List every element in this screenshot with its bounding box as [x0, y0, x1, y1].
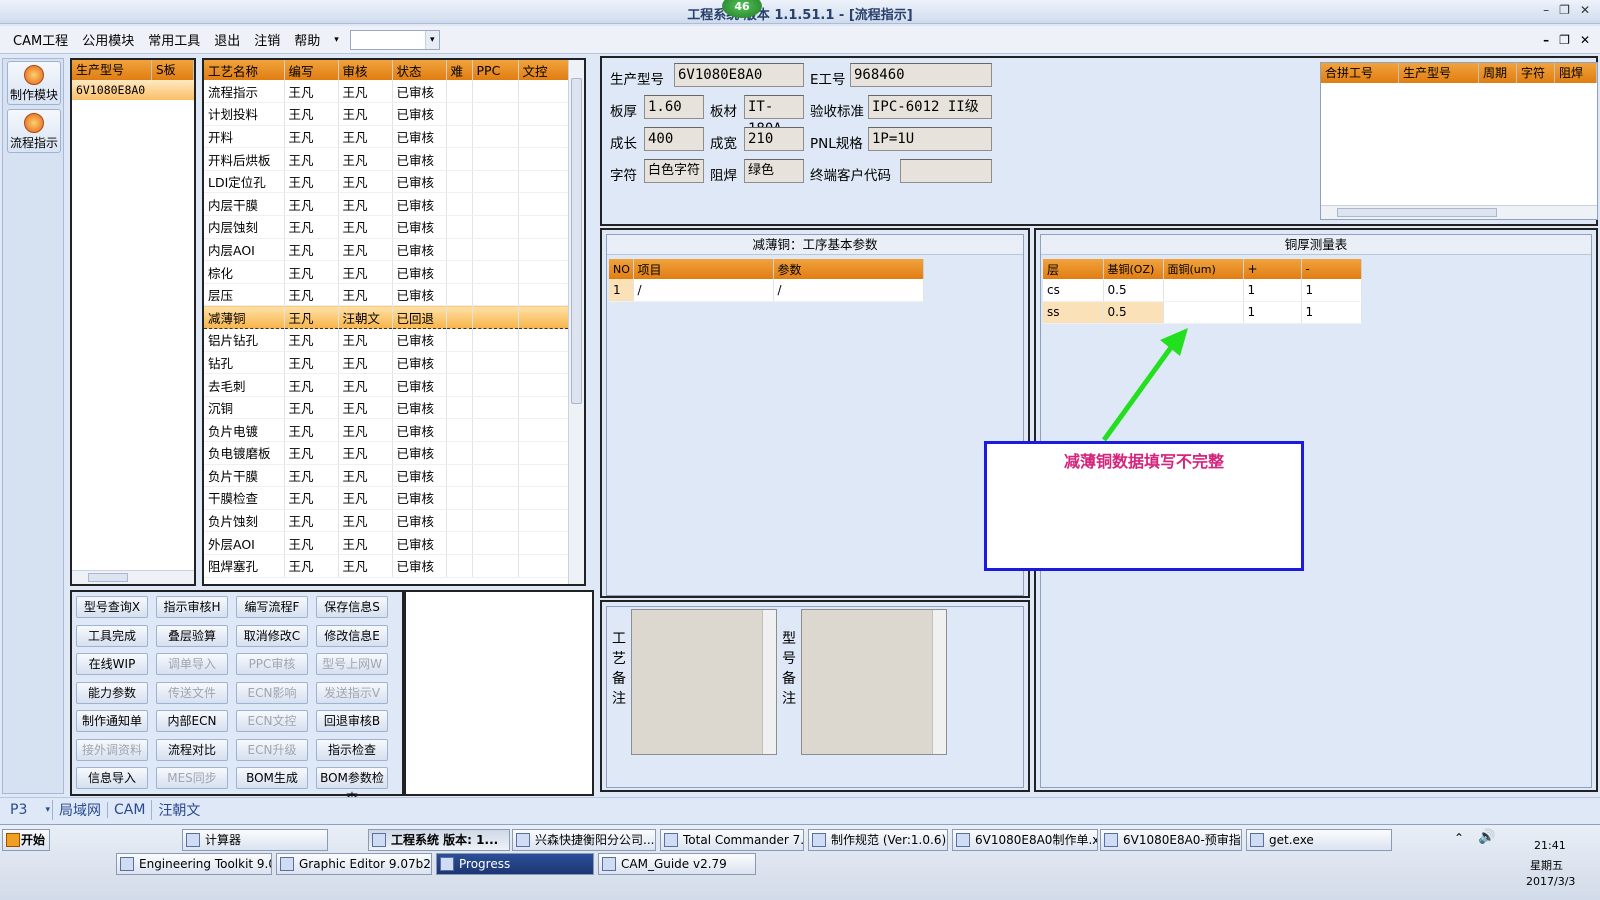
app-icon — [516, 833, 530, 847]
app-icon — [812, 833, 826, 847]
taskbar-button-label: CAM_Guide v2.79 — [621, 857, 727, 871]
taskbar-button-label: 计算器 — [205, 833, 242, 847]
taskbar-button[interactable]: CAM_Guide v2.79 — [598, 853, 756, 875]
annotation-box: 减薄铜数据填写不完整 — [984, 441, 1304, 571]
taskbar-button[interactable]: get.exe — [1246, 829, 1392, 851]
page-combo-value: P3 — [10, 801, 28, 818]
app-icon — [186, 833, 200, 847]
taskbar-button-label: 6V1080E8A0制作单.x... — [975, 833, 1098, 847]
start-label: 开始 — [21, 833, 46, 847]
taskbar-button[interactable]: Progress — [436, 853, 594, 875]
tab-cam[interactable]: CAM — [107, 801, 151, 818]
tray-up-icon[interactable]: ⌃ — [1454, 831, 1464, 845]
app-icon — [664, 833, 678, 847]
taskbar-button-label: Engineering Toolkit 9.07... — [139, 857, 271, 871]
taskbar-button-label: 6V1080E8A0-预审指... — [1123, 833, 1242, 847]
taskbar-button-label: get.exe — [1269, 833, 1314, 847]
chevron-down-icon[interactable]: ▾ — [45, 800, 50, 820]
clock-weekday[interactable]: 星期五 — [1530, 857, 1563, 873]
arrow-head — [1160, 328, 1188, 356]
tab-user[interactable]: 汪朝文 — [151, 799, 206, 820]
clock-time[interactable]: 21:41 — [1534, 839, 1566, 852]
annotation-text: 减薄铜数据填写不完整 — [1063, 452, 1224, 471]
tray-speaker-icon[interactable]: 🔊 — [1478, 829, 1495, 845]
tab-lan[interactable]: 局域网 — [52, 799, 107, 820]
taskbar-button[interactable]: 制作规范 (Ver:1.0.6) — [808, 829, 948, 851]
taskbar-button-label: Total Commander 7.0 ... — [683, 833, 804, 847]
taskbar-button[interactable]: Total Commander 7.0 ... — [660, 829, 804, 851]
taskbar-button-label: 制作规范 (Ver:1.0.6) — [831, 833, 947, 847]
app-icon — [372, 833, 386, 847]
taskbar-button[interactable]: 工程系统 版本: 1... — [368, 829, 510, 851]
annotation-arrow — [1101, 328, 1188, 442]
windows-logo-icon — [6, 833, 20, 847]
taskbar-button[interactable]: 计算器 — [182, 829, 328, 851]
taskbar: 开始 21:41 星期五 2017/3/3 ⌃ 🔊 计算器 工程系统 版本: 1.… — [0, 824, 1600, 900]
taskbar-button[interactable]: 6V1080E8A0-预审指... — [1100, 829, 1242, 851]
bottom-tab-strip: P3 ▾ 局域网 CAM 汪朝文 — [0, 797, 1600, 821]
clock-date[interactable]: 2017/3/3 — [1526, 875, 1575, 888]
taskbar-button[interactable]: Engineering Toolkit 9.07... — [116, 853, 272, 875]
app-icon — [440, 857, 454, 871]
app-icon — [956, 833, 970, 847]
taskbar-button-label: Progress — [459, 857, 511, 871]
app-icon — [1250, 833, 1264, 847]
app-icon — [1104, 833, 1118, 847]
page-combo[interactable]: P3 ▾ — [4, 800, 52, 820]
taskbar-button-label: Graphic Editor 9.07b2 (0... — [299, 857, 431, 871]
taskbar-button-label: 兴森快捷衡阳分公司... — [535, 833, 655, 847]
taskbar-button[interactable]: Graphic Editor 9.07b2 (0... — [276, 853, 432, 875]
app-icon — [280, 857, 294, 871]
arrow-shaft — [1101, 344, 1175, 442]
app-icon — [602, 857, 616, 871]
taskbar-button-label: 工程系统 版本: 1... — [391, 833, 499, 847]
taskbar-button[interactable]: 6V1080E8A0制作单.x... — [952, 829, 1098, 851]
taskbar-button[interactable]: 兴森快捷衡阳分公司... — [512, 829, 656, 851]
app-icon — [120, 857, 134, 871]
start-button[interactable]: 开始 — [2, 829, 50, 851]
